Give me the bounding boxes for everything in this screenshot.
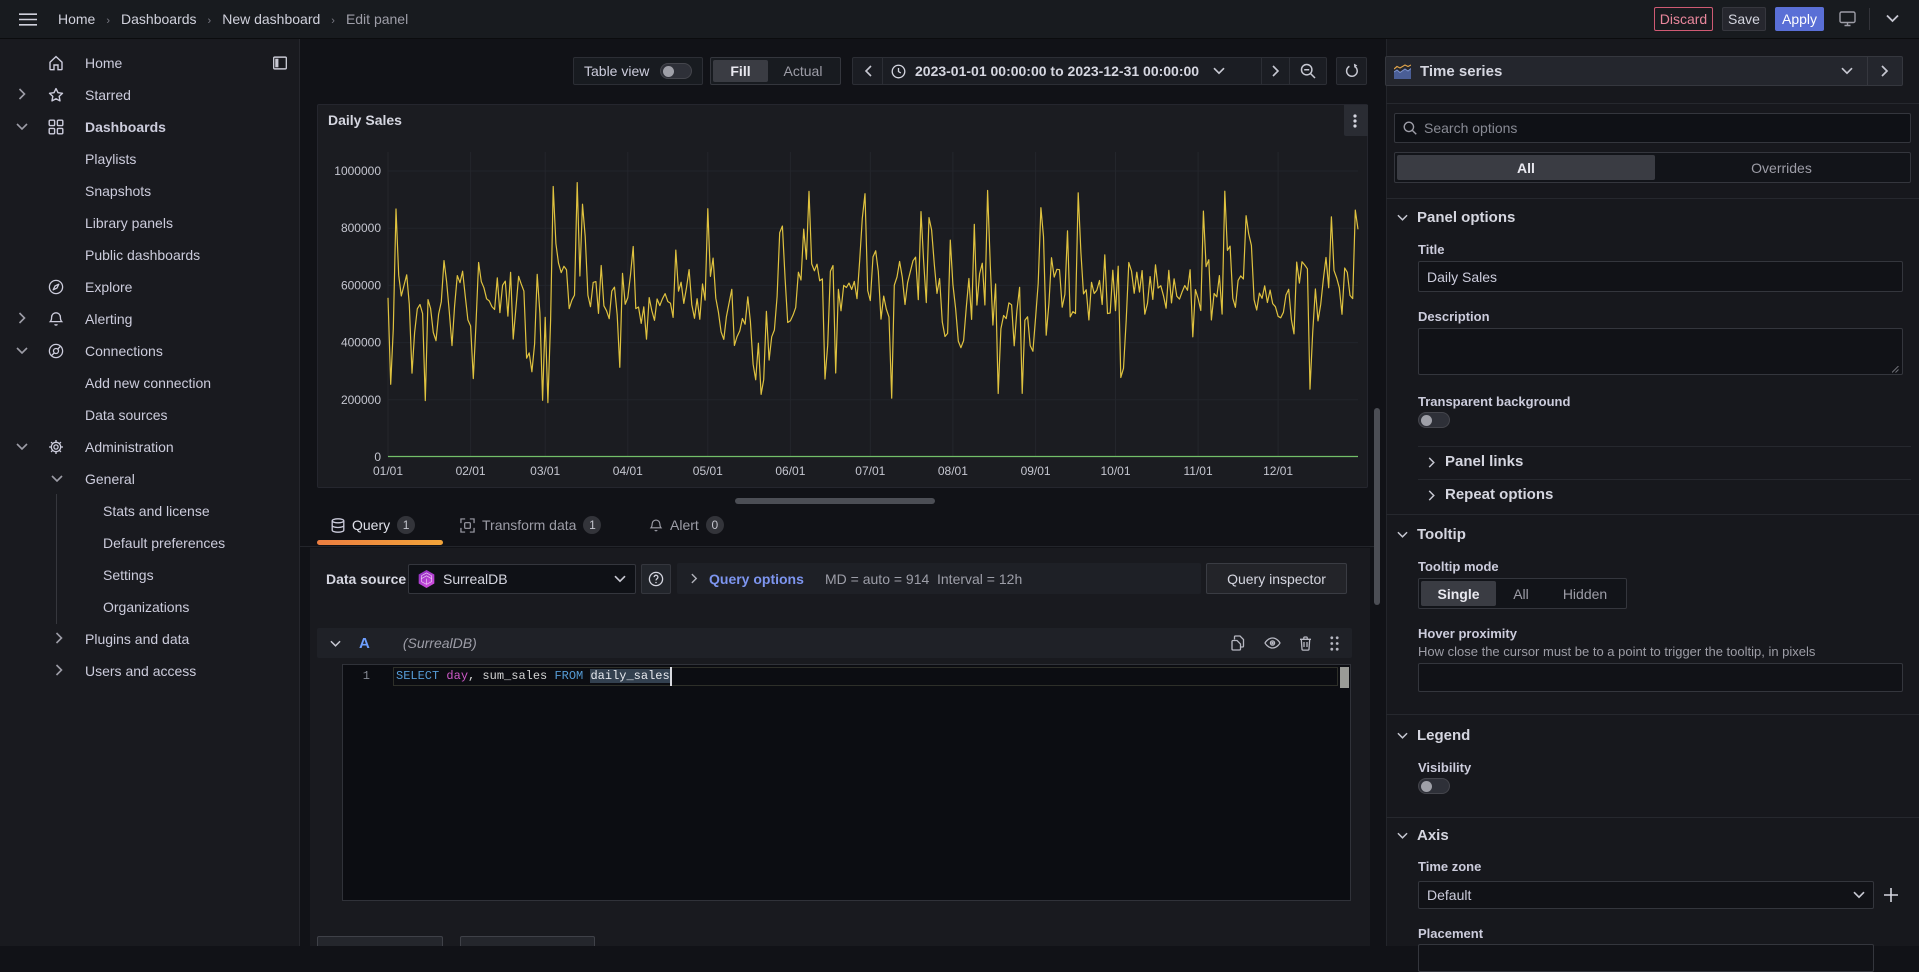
svg-text:0: 0 xyxy=(374,450,381,464)
svg-text:07/01: 07/01 xyxy=(855,464,885,478)
svg-text:800000: 800000 xyxy=(341,221,381,235)
svg-text:400000: 400000 xyxy=(341,336,381,350)
svg-text:08/01: 08/01 xyxy=(938,464,968,478)
svg-text:05/01: 05/01 xyxy=(693,464,723,478)
svg-text:10/01: 10/01 xyxy=(1100,464,1130,478)
svg-text:09/01: 09/01 xyxy=(1021,464,1051,478)
svg-text:03/01: 03/01 xyxy=(530,464,560,478)
svg-text:12/01: 12/01 xyxy=(1263,464,1293,478)
svg-text:200000: 200000 xyxy=(341,393,381,407)
svg-text:02/01: 02/01 xyxy=(456,464,486,478)
svg-text:11/01: 11/01 xyxy=(1184,464,1213,478)
svg-text:01/01: 01/01 xyxy=(373,464,403,478)
svg-text:1000000: 1000000 xyxy=(334,164,381,178)
svg-text:04/01: 04/01 xyxy=(613,464,643,478)
svg-text:600000: 600000 xyxy=(341,278,381,292)
svg-text:06/01: 06/01 xyxy=(775,464,805,478)
